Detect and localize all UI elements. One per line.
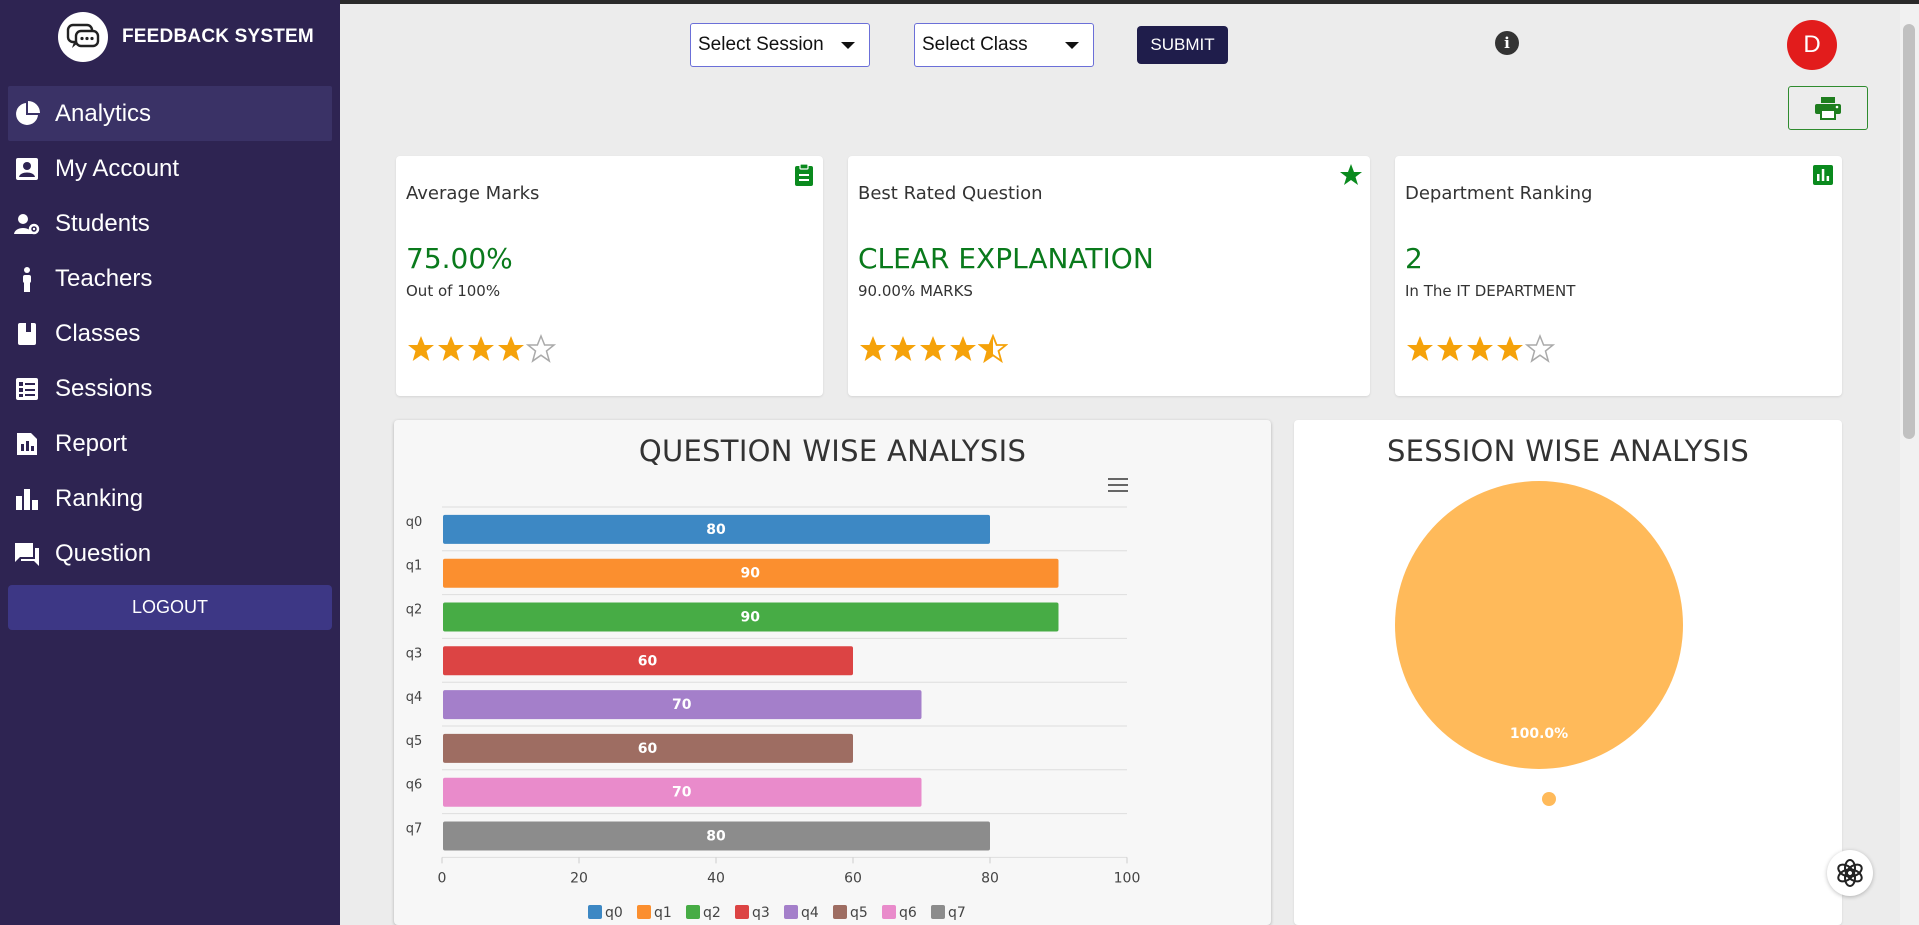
star-filled-icon [498, 336, 524, 361]
session-select[interactable]: Select Session [690, 23, 870, 67]
star-filled-icon [1467, 336, 1493, 361]
card-title: Best Rated Question [858, 183, 1043, 204]
sidebar-item-classes[interactable]: Classes [8, 306, 332, 361]
chart-title: SESSION WISE ANALYSIS [1386, 434, 1750, 468]
print-button[interactable] [1788, 86, 1868, 130]
logout-button[interactable]: LOGOUT [8, 585, 332, 630]
star-rating [858, 334, 1008, 364]
chevron-down-icon [1065, 42, 1079, 49]
average-marks-card: Average Marks 75.00% Out of 100% [396, 156, 823, 396]
star-filled-icon [468, 336, 494, 361]
star-filled-icon [1497, 336, 1523, 361]
sidebar-item-question[interactable]: Question [8, 526, 332, 581]
card-subtitle: Out of 100% [406, 282, 501, 300]
star-filled-icon [1437, 336, 1463, 361]
star-rating [406, 334, 556, 364]
card-value: 2 [1405, 242, 1423, 275]
report-icon [12, 429, 42, 459]
sidebar-item-label: Report [55, 429, 128, 457]
feedback-logo-icon [58, 12, 108, 62]
star-filled-icon [438, 336, 464, 361]
sidebar-item-label: Classes [55, 319, 141, 347]
app-title: FEEDBACK SYSTEM [122, 26, 314, 47]
teacher-icon [12, 264, 42, 294]
poll-icon [1808, 160, 1838, 190]
star-filled-icon [1407, 336, 1433, 361]
sidebar-nav: Analytics My Account Students Teachers C… [8, 86, 332, 630]
info-icon[interactable]: i [1495, 31, 1519, 55]
card-title: Department Ranking [1405, 183, 1593, 204]
star-filled-icon [408, 336, 434, 361]
book-icon [12, 319, 42, 349]
sidebar-item-label: Teachers [55, 264, 153, 292]
hamburger-menu-icon[interactable] [1106, 476, 1130, 494]
card-title: Average Marks [406, 183, 540, 204]
chevron-down-icon [841, 42, 855, 49]
card-subtitle: In The IT DEPARTMENT [1405, 282, 1576, 300]
star-filled-icon [920, 336, 946, 361]
openai-logo-icon [1837, 859, 1863, 887]
sidebar-item-teachers[interactable]: Teachers [8, 251, 332, 306]
sidebar-item-label: Analytics [55, 99, 152, 127]
submit-button[interactable]: SUBMIT [1137, 26, 1228, 64]
pie-chart-icon [12, 99, 42, 129]
brand[interactable]: FEEDBACK SYSTEM [58, 12, 314, 62]
sidebar-item-label: Question [55, 539, 152, 567]
chart-title: QUESTION WISE ANALYSIS [638, 434, 1027, 468]
sidebar-item-my-account[interactable]: My Account [8, 141, 332, 196]
best-rated-question-card: Best Rated Question CLEAR EXPLANATION 90… [848, 156, 1370, 396]
card-value: CLEAR EXPLANATION [858, 242, 1154, 275]
print-icon [1815, 97, 1841, 120]
bar-chart-icon [12, 484, 42, 514]
star-filled-icon [890, 336, 916, 361]
sidebar-item-label: Sessions [55, 374, 153, 402]
sidebar-item-label: My Account [55, 154, 180, 182]
star-filled-icon [860, 336, 886, 361]
class-select-value: Select Class [922, 34, 1028, 55]
department-ranking-card: Department Ranking 2 In The IT DEPARTMEN… [1395, 156, 1842, 396]
session-wise-panel: SESSION WISE ANALYSIS [1294, 420, 1842, 925]
star-half-icon [978, 334, 1008, 364]
list-icon [12, 374, 42, 404]
star-empty-icon [1525, 334, 1555, 363]
class-select[interactable]: Select Class [914, 23, 1094, 67]
sidebar-item-label: Ranking [55, 484, 144, 512]
star-empty-icon [526, 334, 556, 363]
sidebar-item-label: Students [55, 209, 150, 237]
question-wise-panel: QUESTION WISE ANALYSIS [394, 420, 1271, 925]
sidebar-item-report[interactable]: Report [8, 416, 332, 471]
sidebar-item-students[interactable]: Students [8, 196, 332, 251]
avatar[interactable]: D [1787, 20, 1837, 70]
forum-icon [12, 539, 42, 569]
sidebar-item-analytics[interactable]: Analytics [8, 86, 332, 141]
card-value: 75.00% [406, 242, 513, 275]
card-subtitle: 90.00% MARKS [858, 282, 973, 300]
sidebar: FEEDBACK SYSTEM Analytics My Account Stu… [0, 0, 340, 925]
vertical-scrollbar[interactable] [1900, 4, 1919, 925]
star-filled-icon [950, 336, 976, 361]
scrollbar-thumb[interactable] [1903, 24, 1915, 439]
chatgpt-assistant-button[interactable] [1827, 850, 1873, 896]
clipboard-icon [789, 160, 819, 190]
sidebar-item-ranking[interactable]: Ranking [8, 471, 332, 526]
students-icon [12, 209, 42, 239]
sidebar-item-sessions[interactable]: Sessions [8, 361, 332, 416]
account-icon [12, 154, 42, 184]
session-select-value: Select Session [698, 34, 824, 55]
star-icon [1336, 160, 1366, 190]
star-rating [1405, 334, 1555, 364]
